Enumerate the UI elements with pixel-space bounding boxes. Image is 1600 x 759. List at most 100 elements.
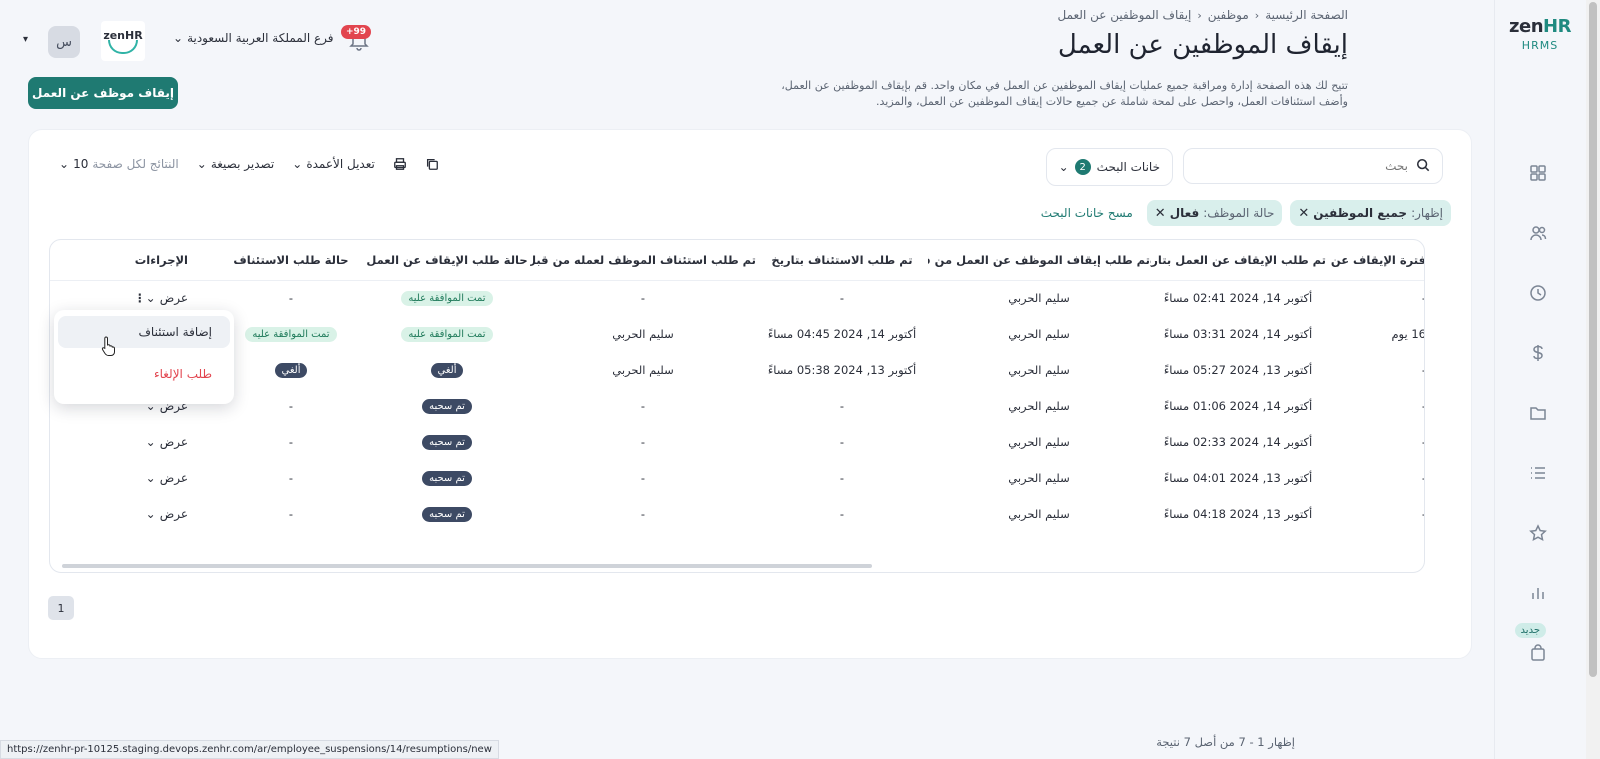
scrollbar-thumb[interactable] [1589, 2, 1597, 677]
cell-actions: عرض⌄ [50, 424, 218, 460]
chevron-down-icon: ⌄ [145, 507, 156, 521]
breadcrumb-employees[interactable]: موظفين [1208, 8, 1249, 22]
chevron-left-icon: ‹ [1197, 8, 1202, 22]
cell-resume-status: - [218, 280, 364, 316]
col-header-resume-status[interactable]: حالة طلب الاستئناف [218, 240, 364, 281]
bag-icon[interactable] [1529, 644, 1547, 662]
view-label: عرض [159, 435, 188, 449]
print-icon[interactable] [393, 157, 407, 171]
cell-requested-by: سليم الحربي [1008, 363, 1070, 377]
search-box[interactable] [1183, 148, 1443, 184]
cell-actions: عرض⌄ [50, 460, 218, 496]
chevron-down-icon: ⌄ [292, 157, 303, 171]
dollar-icon[interactable] [1529, 344, 1547, 362]
cell-resume-on: - [839, 399, 845, 413]
page-title: إيقاف الموظفين عن العمل [1057, 30, 1348, 60]
cell-resume-status: - [218, 496, 364, 532]
cell-resume-on: - [839, 291, 845, 306]
clock-icon[interactable] [1529, 284, 1547, 302]
cell-resume-on: - [839, 435, 845, 449]
resume-status-text: - [288, 435, 294, 449]
view-button[interactable]: عرض⌄ [146, 435, 188, 449]
filter-chip-show: إظهار: جميع الموظفين ✕ [1290, 200, 1451, 226]
status-badge: تم سحبه [422, 399, 472, 414]
add-resumption-option[interactable]: إضافة استئناف [58, 316, 230, 348]
clear-filters-link[interactable]: مسح خانات البحث [1041, 206, 1133, 220]
active-filters: إظهار: جميع الموظفين ✕ حالة الموظف: فعال… [1041, 200, 1451, 226]
resume-status-text: - [288, 471, 294, 485]
export-button[interactable]: ⌄ تصدير بصيغة [197, 157, 274, 171]
col-header-requested-on[interactable]: تم طلب الإيقاف عن العمل بتاريخ [1150, 240, 1326, 281]
status-badge: ألغي [430, 363, 464, 378]
col-header-status[interactable]: حالة طلب الإيقاف عن العمل [364, 240, 530, 281]
suspensions-table: فترة الإيقاف عن العمل تم طلب الإيقاف عن … [49, 239, 1425, 573]
new-badge: جديد [1514, 623, 1546, 638]
avatar[interactable]: س [48, 26, 80, 58]
close-icon[interactable]: ✕ [1155, 206, 1166, 221]
users-icon[interactable] [1529, 224, 1547, 242]
view-button[interactable]: عرض⌄ [146, 471, 188, 485]
filter-chip-status-key: حالة الموظف: [1203, 206, 1275, 220]
suspend-employee-button[interactable]: إيقاف موظف عن العمل [28, 77, 178, 109]
status-badge: تم سحبه [422, 471, 472, 486]
cell-requested-on: أكتوبر 13, 2024 04:18 مساءً [1163, 507, 1313, 521]
cell-resume-by: - [640, 507, 646, 521]
cancel-request-option[interactable]: طلب الإلغاء [58, 358, 230, 390]
table-row: -أكتوبر 14, 2024 02:33 مساءًسليم الحربي-… [50, 424, 1424, 460]
branch-selector[interactable]: فرع المملكة العربية السعودية ⌄ [173, 31, 334, 45]
table-header-row: فترة الإيقاف عن العمل تم طلب الإيقاف عن … [50, 240, 1424, 281]
cell-status: تمت الموافقة عليه [364, 316, 530, 352]
per-page-selector[interactable]: ⌄ 10 النتائج لكل صفحة [59, 157, 179, 171]
view-button[interactable]: عرض⌄ [146, 291, 188, 305]
folder-icon[interactable] [1529, 404, 1547, 422]
pointer-cursor-icon [101, 336, 115, 356]
table-row: -أكتوبر 14, 2024 01:06 مساءًسليم الحربي-… [50, 388, 1424, 424]
chevron-down-icon[interactable]: ▾ [23, 34, 28, 45]
horizontal-scrollbar[interactable] [62, 564, 872, 568]
star-icon[interactable] [1529, 524, 1547, 542]
cell-resume-by: سليم الحربي [612, 327, 674, 341]
col-header-period[interactable]: فترة الإيقاف عن العمل [1326, 240, 1424, 281]
status-badge: تمت الموافقة عليه [401, 327, 493, 342]
cell-resume-by: - [640, 471, 646, 485]
export-label: تصدير بصيغة [210, 157, 275, 171]
cell-resume-status: - [218, 388, 364, 424]
close-icon[interactable]: ✕ [1298, 206, 1309, 221]
status-badge: تم سحبه [422, 507, 472, 522]
resume-status-text: - [288, 291, 294, 306]
cell-requested-by: سليم الحربي [1008, 471, 1070, 485]
dashboard-icon[interactable] [1529, 164, 1547, 182]
table-toolbar: ⌄ 10 النتائج لكل صفحة ⌄ تصدير بصيغة ⌄ تع… [59, 157, 439, 171]
results-summary: إظهار 1 - 7 من أصل 7 نتيجة [1156, 735, 1295, 749]
copy-icon[interactable] [425, 157, 439, 171]
cell-resume-on: - [839, 507, 845, 521]
page-1-button[interactable]: 1 [48, 596, 74, 620]
cell-requested-on: أكتوبر 14, 2024 03:31 مساءً [1163, 327, 1313, 341]
chevron-down-icon: ⌄ [196, 157, 207, 171]
edit-columns-button[interactable]: ⌄ تعديل الأعمدة [292, 157, 375, 171]
breadcrumb-current: إيقاف الموظفين عن العمل [1057, 8, 1192, 22]
search-input[interactable] [1208, 159, 1408, 173]
breadcrumb-home[interactable]: الصفحة الرئيسية [1265, 8, 1348, 22]
cell-resume-status: ألغي [218, 352, 364, 388]
filters-button[interactable]: خانات البحث 2 ⌄ [1045, 148, 1173, 186]
col-header-resume-by[interactable]: تم طلب استئناف الموظف لعمله من قبل [530, 240, 756, 281]
notification-count-badge: +99 [341, 25, 372, 39]
brand-prefix: zen [1509, 16, 1544, 37]
cell-resume-on: أكتوبر 14, 2024 04:45 مساءً [767, 327, 917, 341]
page-scrollbar[interactable] [1586, 0, 1600, 759]
description-line-2: وأضف استئنافات العمل، واحصل على لمحة شام… [876, 95, 1348, 108]
brand-suffix: HR [1543, 16, 1571, 37]
zenhr-logo[interactable]: zenHR HRMS [1502, 16, 1578, 52]
cell-resume-by: - [640, 291, 646, 306]
cell-resume-status: تمت الموافقة عليه [218, 316, 364, 352]
status-badge: تم سحبه [422, 435, 472, 450]
col-header-requested-by[interactable]: تم طلب إيقاف الموظف عن العمل من قبل [928, 240, 1150, 281]
list-icon[interactable] [1529, 464, 1547, 482]
chart-icon[interactable] [1529, 584, 1547, 602]
kebab-menu-icon[interactable]: ⋮ [134, 291, 146, 305]
description-line-1: تتيح لك هذه الصفحة إدارة ومراقبة جميع عم… [781, 79, 1348, 92]
view-button[interactable]: عرض⌄ [146, 507, 188, 521]
col-header-resume-on[interactable]: تم طلب الاستئناف بتاريخ [756, 240, 928, 281]
cell-resume-by: سليم الحربي [612, 363, 674, 377]
